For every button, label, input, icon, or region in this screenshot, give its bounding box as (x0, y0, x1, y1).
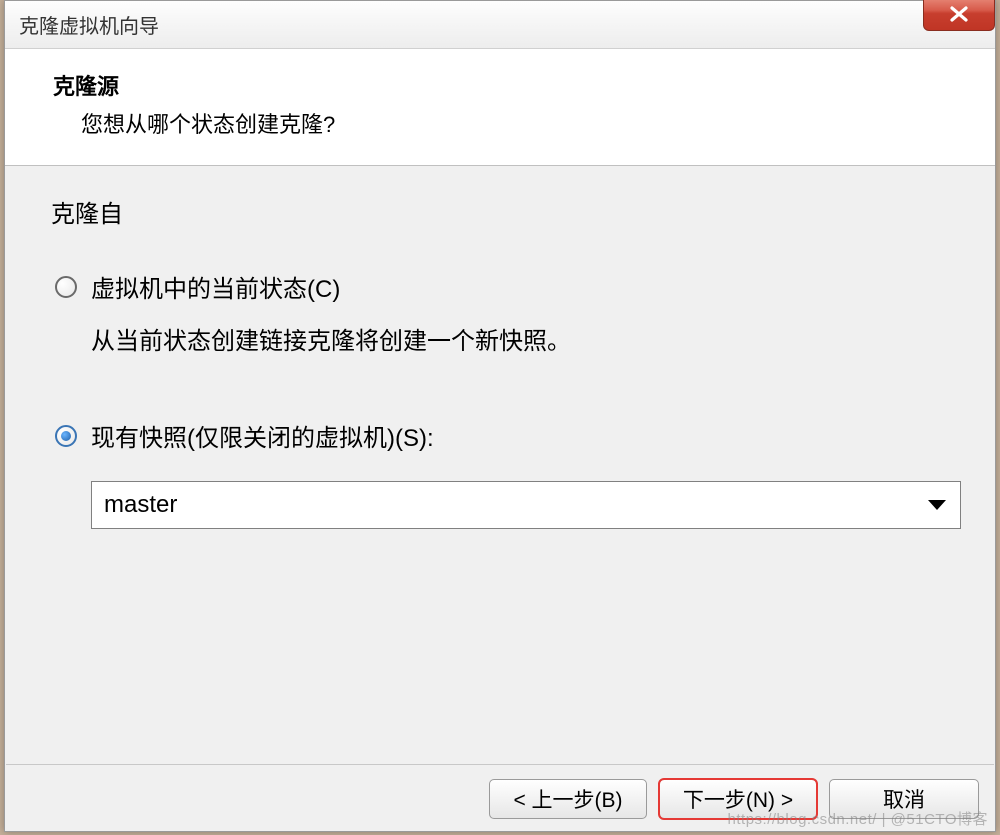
wizard-button-row: < 上一步(B) 下一步(N) > 取消 (489, 779, 979, 819)
radio-snapshot-label: 现有快照(仅限关闭的虚拟机)(S): (91, 418, 434, 453)
section-label: 克隆自 (51, 194, 955, 229)
chevron-down-icon (928, 500, 946, 510)
separator (6, 764, 994, 765)
radio-current-description: 从当前状态创建链接克隆将创建一个新快照。 (51, 324, 955, 360)
radio-dot-icon (61, 431, 71, 441)
radio-icon-selected (55, 425, 77, 447)
close-icon (948, 6, 970, 22)
wizard-header: 克隆源 您想从哪个状态创建克隆? (5, 49, 995, 166)
radio-current-state[interactable]: 虚拟机中的当前状态(C) (51, 269, 955, 304)
close-button[interactable] (923, 0, 995, 31)
header-subtitle: 您想从哪个状态创建克隆? (53, 107, 965, 139)
clone-wizard-dialog: 克隆虚拟机向导 克隆源 您想从哪个状态创建克隆? 克隆自 虚拟机中的当前状态(C… (4, 0, 996, 832)
snapshot-dropdown[interactable]: master (91, 481, 961, 529)
radio-current-label: 虚拟机中的当前状态(C) (91, 269, 340, 304)
title-bar: 克隆虚拟机向导 (5, 1, 995, 49)
dropdown-selected-text: master (104, 491, 177, 519)
next-button[interactable]: 下一步(N) > (659, 779, 817, 819)
header-title: 克隆源 (53, 69, 965, 101)
content-area: 克隆自 虚拟机中的当前状态(C) 从当前状态创建链接克隆将创建一个新快照。 现有… (5, 166, 995, 549)
radio-icon (55, 276, 77, 298)
window-title: 克隆虚拟机向导 (19, 10, 159, 39)
cancel-button[interactable]: 取消 (829, 779, 979, 819)
back-button[interactable]: < 上一步(B) (489, 779, 647, 819)
radio-existing-snapshot[interactable]: 现有快照(仅限关闭的虚拟机)(S): (51, 418, 955, 453)
